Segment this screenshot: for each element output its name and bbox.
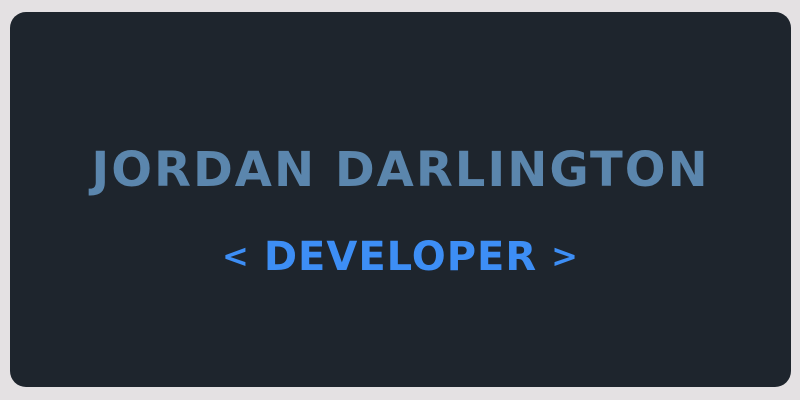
profile-name: JORDAN DARLINGTON	[91, 142, 710, 198]
profile-card: JORDAN DARLINGTON < DEVELOPER >	[10, 12, 791, 387]
profile-role: < DEVELOPER >	[10, 228, 791, 285]
role-open-bracket: <	[222, 237, 250, 275]
role-title: DEVELOPER	[263, 234, 538, 280]
card-frame: JORDAN DARLINGTON < DEVELOPER >	[0, 0, 800, 400]
role-close-bracket: >	[551, 237, 579, 275]
